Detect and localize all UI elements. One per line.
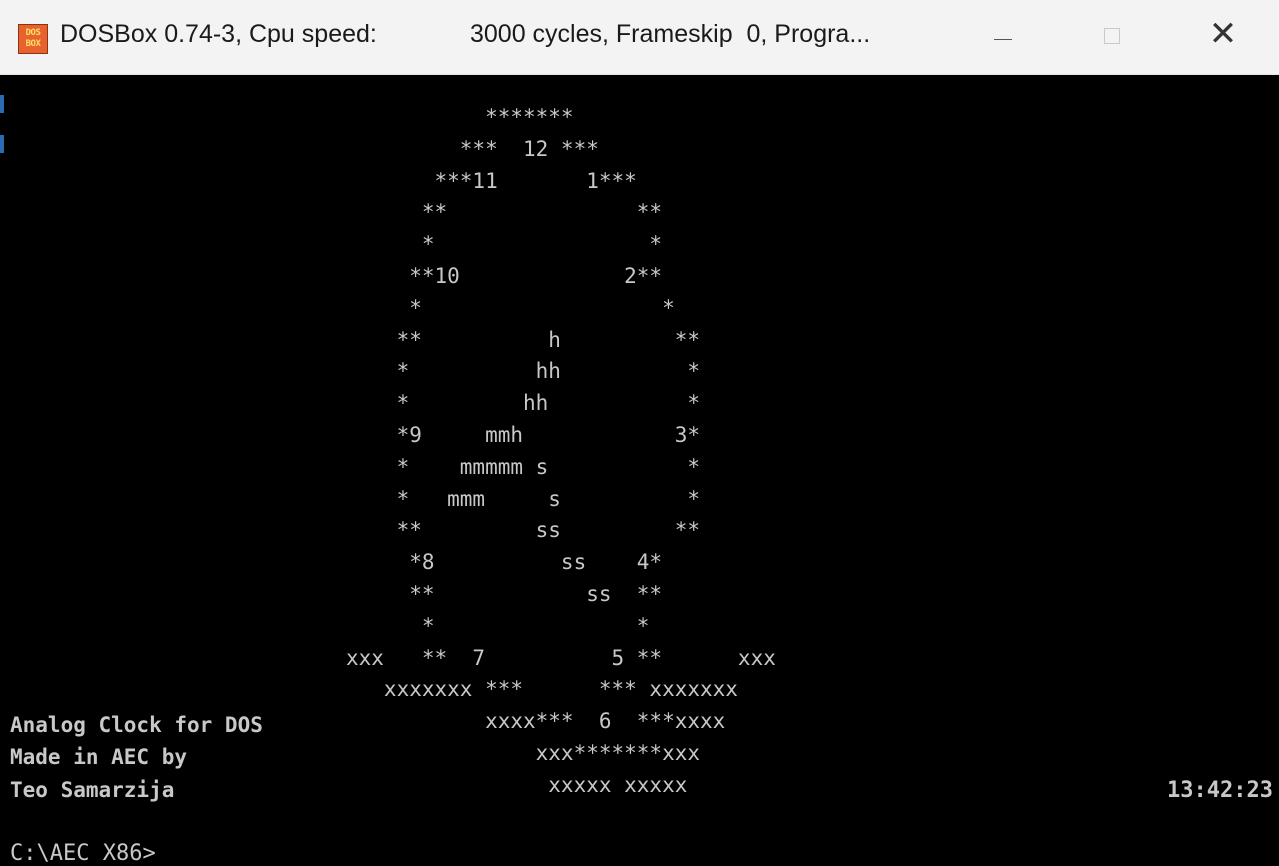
window-title: DOSBox 0.74-3, Cpu speed: xyxy=(60,20,377,48)
clock-row: * * xyxy=(346,295,675,320)
clock-row: ** ss ** xyxy=(346,582,663,606)
clock-row: *** 12 *** xyxy=(346,136,599,161)
clock-row: ******* xyxy=(346,105,574,129)
info-line-author: Teo Samarzija xyxy=(10,778,175,802)
close-button[interactable]: ✕ xyxy=(1168,0,1278,74)
clock-time-readout: 13:42:23 xyxy=(1167,778,1273,803)
clock-row: xxxx*** 6 ***xxxx xyxy=(346,709,726,734)
minimize-icon xyxy=(994,39,1012,40)
clock-row: ***11 1*** xyxy=(346,168,637,193)
clock-row: * mmm s * xyxy=(346,486,701,511)
clock-row: * hh * xyxy=(346,391,701,416)
clock-row: * mmmmm s * xyxy=(346,454,701,479)
maximize-icon xyxy=(1104,28,1120,44)
dosbox-window: DOS BOX DOSBox 0.74-3, Cpu speed: 3000 cy… xyxy=(0,0,1279,866)
info-line-title: Analog Clock for DOS xyxy=(10,713,263,737)
clock-row: ** ss ** xyxy=(346,518,701,543)
title-bar[interactable]: DOS BOX DOSBox 0.74-3, Cpu speed: 3000 cy… xyxy=(0,0,1279,75)
clock-row: xxx*******xxx xyxy=(346,741,701,765)
dos-screen[interactable]: ******* *** 12 *** ***11 1*** ** ** * * … xyxy=(0,75,1279,866)
clock-row: *9 mmh 3* xyxy=(346,423,701,447)
left-edge-marker xyxy=(0,135,4,153)
clock-row: * hh * xyxy=(346,359,701,384)
clock-row: *8 ss 4* xyxy=(346,550,663,575)
dosbox-app-icon[interactable]: DOS BOX xyxy=(18,24,48,54)
clock-row: xxxxx xxxxx xyxy=(346,772,688,797)
maximize-button[interactable] xyxy=(1058,0,1168,74)
clock-row: * * xyxy=(346,232,663,257)
clock-row: ** ** xyxy=(346,200,663,225)
command-prompt[interactable]: C:\AEC X86> xyxy=(10,841,156,866)
left-edge-marker xyxy=(0,95,4,113)
info-line-made: Made in AEC by xyxy=(10,745,188,769)
minimize-button[interactable] xyxy=(948,0,1058,74)
clock-row: **10 2** xyxy=(346,264,663,288)
close-icon: ✕ xyxy=(1208,14,1238,54)
clock-row: xxxxxxx *** *** xxxxxxx xyxy=(346,677,738,702)
window-title-status: 3000 cycles, Frameskip 0, Progra... xyxy=(470,20,871,48)
clock-row: * * xyxy=(346,613,650,638)
clock-row: xxx ** 7 5 ** xxx xyxy=(346,645,776,670)
clock-row: ** h ** xyxy=(346,327,701,352)
